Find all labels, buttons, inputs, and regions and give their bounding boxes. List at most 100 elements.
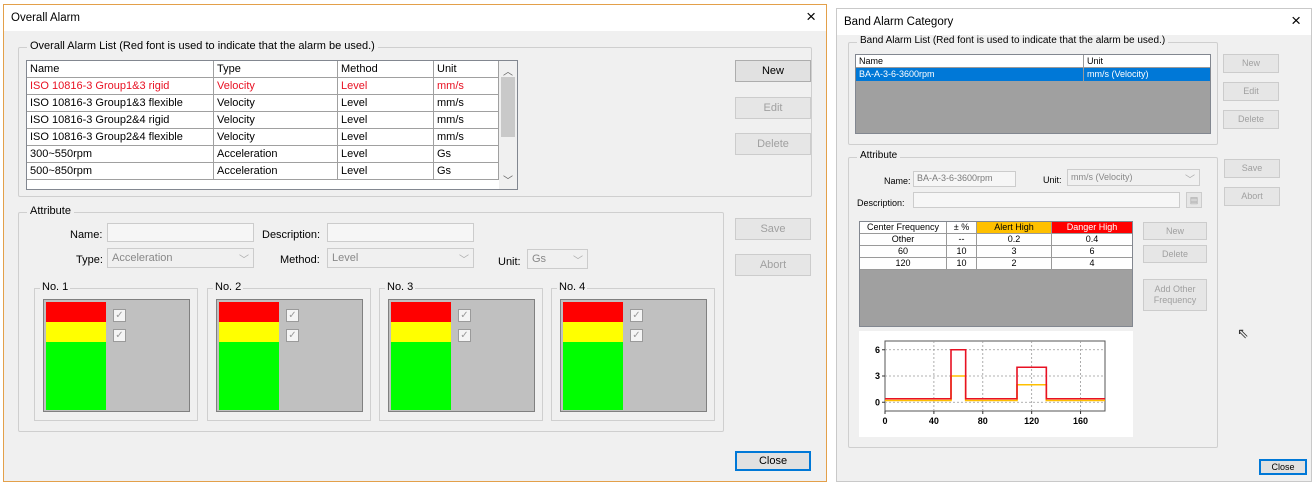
cell-type: Velocity xyxy=(214,78,338,95)
column-header-tolerance[interactable]: ± % xyxy=(947,222,977,234)
cell-type: Velocity xyxy=(214,129,338,146)
abort-button[interactable]: Abort xyxy=(735,254,811,276)
close-button[interactable]: Close xyxy=(1259,459,1307,475)
delete-button[interactable]: Delete xyxy=(1223,110,1279,129)
method-label: Method: xyxy=(280,254,320,266)
column-header-alert-high[interactable]: Alert High xyxy=(977,222,1052,234)
alert-zone xyxy=(563,322,623,342)
cell-name: 300~550rpm xyxy=(27,146,214,163)
unit-select[interactable]: Gs ﹀ xyxy=(527,249,588,269)
danger-checkbox[interactable]: ✓ xyxy=(458,309,471,322)
save-button[interactable]: Save xyxy=(1224,159,1280,178)
new-button[interactable]: New xyxy=(1223,54,1279,73)
cell-unit: mm/s xyxy=(434,112,499,129)
description-edit-button[interactable]: ▤ xyxy=(1186,192,1202,208)
name-label: Name: xyxy=(70,229,103,241)
frequency-delete-button[interactable]: Delete xyxy=(1143,245,1207,263)
frequency-new-button[interactable]: New xyxy=(1143,222,1207,240)
unit-select[interactable]: mm/s (Velocity) ﹀ xyxy=(1067,169,1200,186)
table-row[interactable]: 120 10 2 4 xyxy=(860,258,1132,270)
list-header: Name Type Method Unit xyxy=(27,61,499,78)
cell-type: Acceleration xyxy=(214,146,338,163)
cell-type: Acceleration xyxy=(214,163,338,180)
name-field[interactable]: BA-A-3-6-3600rpm xyxy=(913,171,1016,187)
table-row[interactable]: ISO 10816-3 Group1&3 rigid Velocity Level m… xyxy=(27,78,499,95)
table-row[interactable]: ISO 10816-3 Group2&4 rigid Velocity Level m… xyxy=(27,112,499,129)
cell-unit: mm/s (Velocity) xyxy=(1087,69,1149,79)
group-label: Overall Alarm List (Red font is used to … xyxy=(27,40,378,52)
type-select[interactable]: Acceleration ﹀ xyxy=(107,248,254,268)
x-tick-label: 80 xyxy=(978,416,988,426)
alert-checkbox[interactable]: ✓ xyxy=(113,329,126,342)
save-button[interactable]: Save xyxy=(735,218,811,240)
close-icon[interactable]: × xyxy=(806,8,816,26)
chevron-down-icon: ﹀ xyxy=(459,255,469,266)
cell-alert-high: 3 xyxy=(977,246,1052,258)
description-field[interactable] xyxy=(327,223,474,242)
overall-alarm-titlebar: Overall Alarm × xyxy=(4,5,826,31)
column-header-center-frequency[interactable]: Center Frequency xyxy=(860,222,947,234)
frequency-table[interactable]: Center Frequency ± % Alert High Danger H… xyxy=(859,221,1133,327)
cell-tolerance: 10 xyxy=(947,258,977,270)
scroll-down-icon[interactable]: ﹀ xyxy=(503,172,513,187)
name-field[interactable] xyxy=(107,223,254,242)
alarm-level-display: ✓ ✓ xyxy=(388,299,535,412)
method-select[interactable]: Level ﹀ xyxy=(327,248,474,268)
scroll-up-icon[interactable]: ︿ xyxy=(503,63,513,78)
mouse-cursor-icon: ⇖ xyxy=(1237,325,1249,341)
column-header-unit[interactable]: Unit xyxy=(434,61,499,78)
chevron-down-icon: ﹀ xyxy=(1185,175,1195,186)
column-header-method[interactable]: Method xyxy=(338,61,434,78)
close-icon[interactable]: × xyxy=(1291,12,1301,30)
danger-checkbox[interactable]: ✓ xyxy=(630,309,643,322)
normal-zone xyxy=(391,342,451,410)
column-header-type[interactable]: Type xyxy=(214,61,338,78)
column-header-name[interactable]: Name xyxy=(27,61,214,78)
unit-label: Unit: xyxy=(498,256,521,268)
edit-button[interactable]: Edit xyxy=(1223,82,1279,101)
cell-name: ISO 10816-3 Group2&4 rigid xyxy=(27,112,214,129)
edit-button[interactable]: Edit xyxy=(735,97,811,119)
list-scrollbar[interactable]: ︿ ﹀ xyxy=(499,61,517,189)
alarm-level-display: ✓ ✓ xyxy=(216,299,363,412)
close-button[interactable]: Close xyxy=(735,451,811,471)
table-row[interactable]: ISO 10816-3 Group2&4 flexible Velocity Lev… xyxy=(27,129,499,146)
danger-zone xyxy=(391,302,451,322)
alarm-level-box: No. 4 ✓ ✓ xyxy=(551,281,715,421)
normal-zone xyxy=(46,342,106,410)
add-other-frequency-button[interactable]: Add Other Frequency xyxy=(1143,279,1207,311)
danger-checkbox[interactable]: ✓ xyxy=(286,309,299,322)
table-row[interactable]: BA-A-3-6-3600rpm mm/s (Velocity) xyxy=(856,68,1210,81)
overall-alarm-list[interactable]: Name Type Method Unit ISO 10816-3 Group1… xyxy=(26,60,518,190)
scroll-thumb[interactable] xyxy=(501,77,515,137)
unit-select-value: Gs xyxy=(532,253,547,265)
normal-zone xyxy=(563,342,623,410)
cell-center-frequency: Other xyxy=(860,234,947,246)
cell-unit: mm/s xyxy=(434,129,499,146)
column-header-unit[interactable]: Unit xyxy=(1084,55,1210,68)
column-header-danger-high[interactable]: Danger High xyxy=(1052,222,1132,234)
name-label: Name: xyxy=(884,176,911,186)
table-row[interactable]: 500~850rpm Acceleration Level Gs xyxy=(27,163,499,180)
band-alarm-window: Band Alarm Category × Band Alarm List (R… xyxy=(836,8,1312,482)
type-select-value: Acceleration xyxy=(112,252,173,264)
abort-button[interactable]: Abort xyxy=(1224,187,1280,206)
x-tick-label: 40 xyxy=(929,416,939,426)
table-row[interactable]: Other -- 0.2 0.4 xyxy=(860,234,1132,246)
frequency-table-header: Center Frequency ± % Alert High Danger H… xyxy=(860,222,1132,234)
cell-danger-high: 4 xyxy=(1052,258,1132,270)
column-header-name[interactable]: Name xyxy=(856,55,1084,68)
table-row[interactable]: 300~550rpm Acceleration Level Gs xyxy=(27,146,499,163)
y-tick-label: 0 xyxy=(875,397,880,407)
description-field[interactable] xyxy=(913,192,1180,208)
table-row[interactable]: ISO 10816-3 Group1&3 flexible Velocity Lev… xyxy=(27,95,499,112)
alert-checkbox[interactable]: ✓ xyxy=(630,329,643,342)
new-button[interactable]: New xyxy=(735,60,811,82)
alert-checkbox[interactable]: ✓ xyxy=(286,329,299,342)
table-row[interactable]: 60 10 3 6 xyxy=(860,246,1132,258)
danger-zone xyxy=(46,302,106,322)
danger-checkbox[interactable]: ✓ xyxy=(113,309,126,322)
band-alarm-list[interactable]: Name Unit BA-A-3-6-3600rpm mm/s (Velocity… xyxy=(855,54,1211,134)
alert-checkbox[interactable]: ✓ xyxy=(458,329,471,342)
delete-button[interactable]: Delete xyxy=(735,133,811,155)
